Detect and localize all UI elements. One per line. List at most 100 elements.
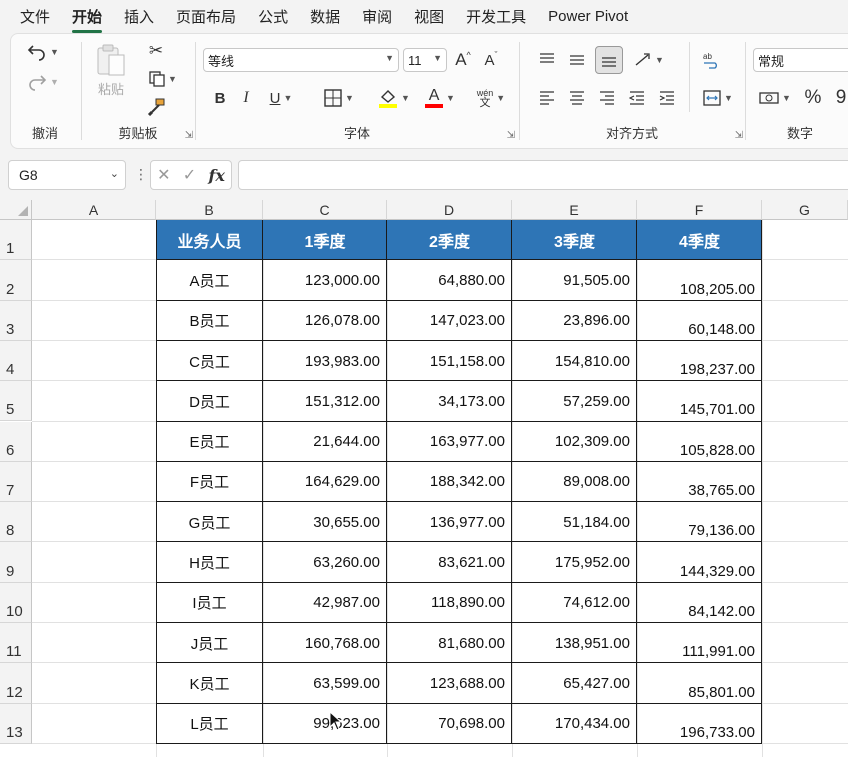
menu-tab[interactable]: Power Pivot: [548, 8, 628, 25]
value-cell[interactable]: 85,801.00: [637, 663, 762, 703]
cancel-icon[interactable]: ✕: [157, 165, 170, 185]
row-header[interactable]: 6: [0, 421, 32, 462]
value-cell[interactable]: 193,983.00: [263, 341, 387, 381]
name-box[interactable]: G8 ⌄: [8, 160, 126, 190]
value-cell[interactable]: 198,237.00: [637, 341, 762, 381]
row-header[interactable]: 9: [0, 542, 32, 583]
value-cell[interactable]: 34,173.00: [387, 381, 512, 421]
value-cell[interactable]: 70,698.00: [387, 704, 512, 744]
employee-name-cell[interactable]: A员工: [156, 260, 263, 300]
value-cell[interactable]: 63,260.00: [263, 542, 387, 582]
dialog-launcher-icon[interactable]: ⇲: [735, 130, 743, 141]
employee-name-cell[interactable]: G员工: [156, 502, 263, 542]
font-size-select[interactable]: 11 ▼: [403, 48, 447, 72]
table-header-cell[interactable]: 业务人员: [156, 220, 263, 261]
formula-input[interactable]: [238, 160, 848, 190]
value-cell[interactable]: 81,680.00: [387, 623, 512, 663]
employee-name-cell[interactable]: C员工: [156, 341, 263, 381]
menu-tab[interactable]: 视图: [414, 6, 444, 27]
column-header[interactable]: D: [387, 200, 512, 220]
value-cell[interactable]: 136,977.00: [387, 502, 512, 542]
employee-name-cell[interactable]: E员工: [156, 422, 263, 462]
row-header[interactable]: 7: [0, 461, 32, 503]
align-center-button[interactable]: [565, 86, 589, 110]
row-header[interactable]: 8: [0, 502, 32, 543]
table-header-cell[interactable]: 1季度: [263, 220, 387, 261]
employee-name-cell[interactable]: F员工: [156, 462, 263, 502]
value-cell[interactable]: 84,142.00: [637, 583, 762, 623]
value-cell[interactable]: 160,768.00: [263, 623, 387, 663]
value-cell[interactable]: 99,623.00: [263, 704, 387, 744]
employee-name-cell[interactable]: D员工: [156, 381, 263, 421]
merge-center-button[interactable]: ▼: [697, 86, 739, 110]
row-header[interactable]: 13: [0, 703, 32, 744]
percent-button[interactable]: %: [801, 86, 825, 110]
value-cell[interactable]: 151,312.00: [263, 381, 387, 421]
grow-font-button[interactable]: A ^: [451, 48, 475, 72]
value-cell[interactable]: 23,896.00: [512, 301, 637, 341]
value-cell[interactable]: 108,205.00: [637, 260, 762, 300]
column-header[interactable]: A: [32, 200, 156, 220]
dialog-launcher-icon[interactable]: ⇲: [185, 130, 193, 141]
value-cell[interactable]: 105,828.00: [637, 422, 762, 462]
employee-name-cell[interactable]: H员工: [156, 542, 263, 582]
value-cell[interactable]: 147,023.00: [387, 301, 512, 341]
value-cell[interactable]: 91,505.00: [512, 260, 637, 300]
value-cell[interactable]: 154,810.00: [512, 341, 637, 381]
check-icon[interactable]: ✓: [183, 165, 196, 185]
value-cell[interactable]: 63,599.00: [263, 663, 387, 703]
font-color-button[interactable]: A ▼: [419, 86, 461, 110]
value-cell[interactable]: 64,880.00: [387, 260, 512, 300]
menu-tab[interactable]: 开始: [72, 6, 103, 33]
cut-button[interactable]: ✂: [145, 40, 167, 62]
value-cell[interactable]: 102,309.00: [512, 422, 637, 462]
row-header[interactable]: 3: [0, 300, 32, 341]
value-cell[interactable]: 111,991.00: [637, 623, 762, 663]
copy-button[interactable]: ▼: [143, 68, 183, 90]
menu-tab[interactable]: 页面布局: [176, 6, 236, 27]
italic-button[interactable]: I: [235, 86, 257, 110]
increase-indent-button[interactable]: [655, 86, 679, 110]
value-cell[interactable]: 145,701.00: [637, 381, 762, 421]
shrink-font-button[interactable]: Aˇ: [479, 48, 503, 72]
value-cell[interactable]: 126,078.00: [263, 301, 387, 341]
value-cell[interactable]: 74,612.00: [512, 583, 637, 623]
number-format-select[interactable]: 常规: [753, 48, 848, 72]
value-cell[interactable]: 60,148.00: [637, 301, 762, 341]
menu-tab[interactable]: 审阅: [362, 6, 392, 27]
row-header[interactable]: 1: [0, 220, 32, 261]
value-cell[interactable]: 30,655.00: [263, 502, 387, 542]
phonetic-button[interactable]: wén 文 ▼: [471, 86, 511, 110]
font-name-select[interactable]: 等线 ▼: [203, 48, 399, 72]
insert-function-icon[interactable]: fx: [208, 166, 224, 185]
employee-name-cell[interactable]: J员工: [156, 623, 263, 663]
value-cell[interactable]: 118,890.00: [387, 583, 512, 623]
currency-button[interactable]: ▼: [755, 86, 795, 110]
row-header[interactable]: 5: [0, 381, 32, 422]
value-cell[interactable]: 123,000.00: [263, 260, 387, 300]
align-top-button[interactable]: [535, 48, 559, 72]
value-cell[interactable]: 57,259.00: [512, 381, 637, 421]
value-cell[interactable]: 123,688.00: [387, 663, 512, 703]
more-options-icon[interactable]: ⋮: [134, 166, 148, 183]
borders-button[interactable]: ▼: [319, 86, 359, 110]
value-cell[interactable]: 42,987.00: [263, 583, 387, 623]
column-header[interactable]: F: [637, 200, 762, 220]
table-header-cell[interactable]: 2季度: [387, 220, 512, 261]
align-middle-button[interactable]: [565, 48, 589, 72]
table-header-cell[interactable]: 3季度: [512, 220, 637, 261]
comma-style-button[interactable]: 9: [829, 86, 848, 110]
align-left-button[interactable]: [535, 86, 559, 110]
value-cell[interactable]: 164,629.00: [263, 462, 387, 502]
value-cell[interactable]: 188,342.00: [387, 462, 512, 502]
wrap-text-button[interactable]: ab: [697, 48, 725, 72]
row-header[interactable]: 11: [0, 623, 32, 664]
menu-tab[interactable]: 数据: [310, 6, 340, 27]
row-header[interactable]: 4: [0, 340, 32, 382]
value-cell[interactable]: 79,136.00: [637, 502, 762, 542]
align-bottom-button[interactable]: [595, 46, 623, 74]
value-cell[interactable]: 170,434.00: [512, 704, 637, 744]
value-cell[interactable]: 163,977.00: [387, 422, 512, 462]
decrease-indent-button[interactable]: [625, 86, 649, 110]
format-painter-button[interactable]: [145, 96, 167, 118]
